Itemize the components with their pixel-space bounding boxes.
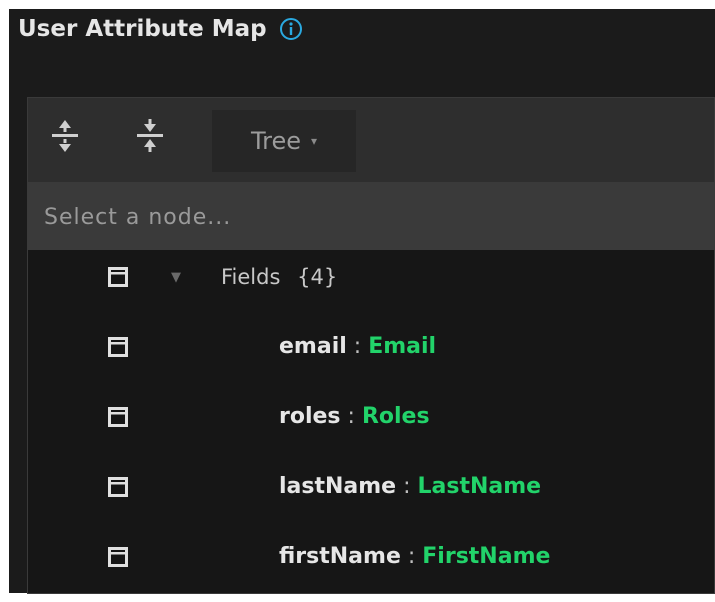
field-value[interactable]: Roles xyxy=(362,404,430,429)
field-entry[interactable]: lastName : LastName xyxy=(279,474,541,499)
node-search-bar xyxy=(28,182,714,250)
node-search-input[interactable] xyxy=(42,196,686,238)
field-key: lastName xyxy=(279,474,397,499)
context-menu-icon[interactable] xyxy=(108,337,128,357)
view-mode-label: Tree xyxy=(250,127,301,155)
field-entry[interactable]: firstName : FirstName xyxy=(279,544,550,569)
context-menu-icon[interactable] xyxy=(108,547,128,567)
page-title: User Attribute Map xyxy=(18,16,267,42)
field-separator: : xyxy=(396,474,418,499)
field-key: roles xyxy=(279,404,341,429)
field-separator: : xyxy=(400,544,423,569)
tree-view: ▼ Fields {4} email : Email roles : Roles xyxy=(28,250,714,593)
expand-all-icon xyxy=(52,120,78,152)
page-title-row: User Attribute Map xyxy=(18,16,303,42)
tree-row-field[interactable]: firstName : FirstName xyxy=(28,532,714,582)
context-menu-icon[interactable] xyxy=(108,477,128,497)
chevron-down-icon: ▾ xyxy=(310,134,318,148)
context-menu-icon[interactable] xyxy=(108,267,128,287)
editor-toolbar: Tree ▾ xyxy=(28,98,714,182)
field-entry[interactable]: roles : Roles xyxy=(279,404,430,429)
tree-node-name: Fields xyxy=(221,265,281,289)
field-value[interactable]: FirstName xyxy=(422,544,550,569)
info-circle-icon[interactable] xyxy=(279,17,303,41)
collapse-all-button[interactable] xyxy=(130,116,170,156)
field-value[interactable]: LastName xyxy=(418,474,542,499)
collapse-all-icon xyxy=(137,119,163,152)
tree-row-field[interactable]: roles : Roles xyxy=(28,392,714,442)
expand-all-button[interactable] xyxy=(45,116,85,156)
tree-row-root[interactable]: ▼ Fields {4} xyxy=(28,252,714,302)
field-entry[interactable]: email : Email xyxy=(279,334,436,359)
field-key: firstName xyxy=(279,544,401,569)
tree-node-label[interactable]: Fields {4} xyxy=(221,265,337,289)
tree-node-count: {4} xyxy=(297,265,338,289)
field-value[interactable]: Email xyxy=(368,334,436,359)
field-separator: : xyxy=(346,334,369,359)
field-separator: : xyxy=(340,404,362,429)
field-key: email xyxy=(279,334,347,359)
tree-row-field[interactable]: lastName : LastName xyxy=(28,462,714,512)
collapse-toggle-icon[interactable]: ▼ xyxy=(171,270,181,285)
view-mode-dropdown[interactable]: Tree ▾ xyxy=(212,110,356,172)
json-tree-editor: Tree ▾ ▼ Fields {4} email : Email xyxy=(27,97,715,594)
tree-row-field[interactable]: email : Email xyxy=(28,322,714,372)
context-menu-icon[interactable] xyxy=(108,407,128,427)
